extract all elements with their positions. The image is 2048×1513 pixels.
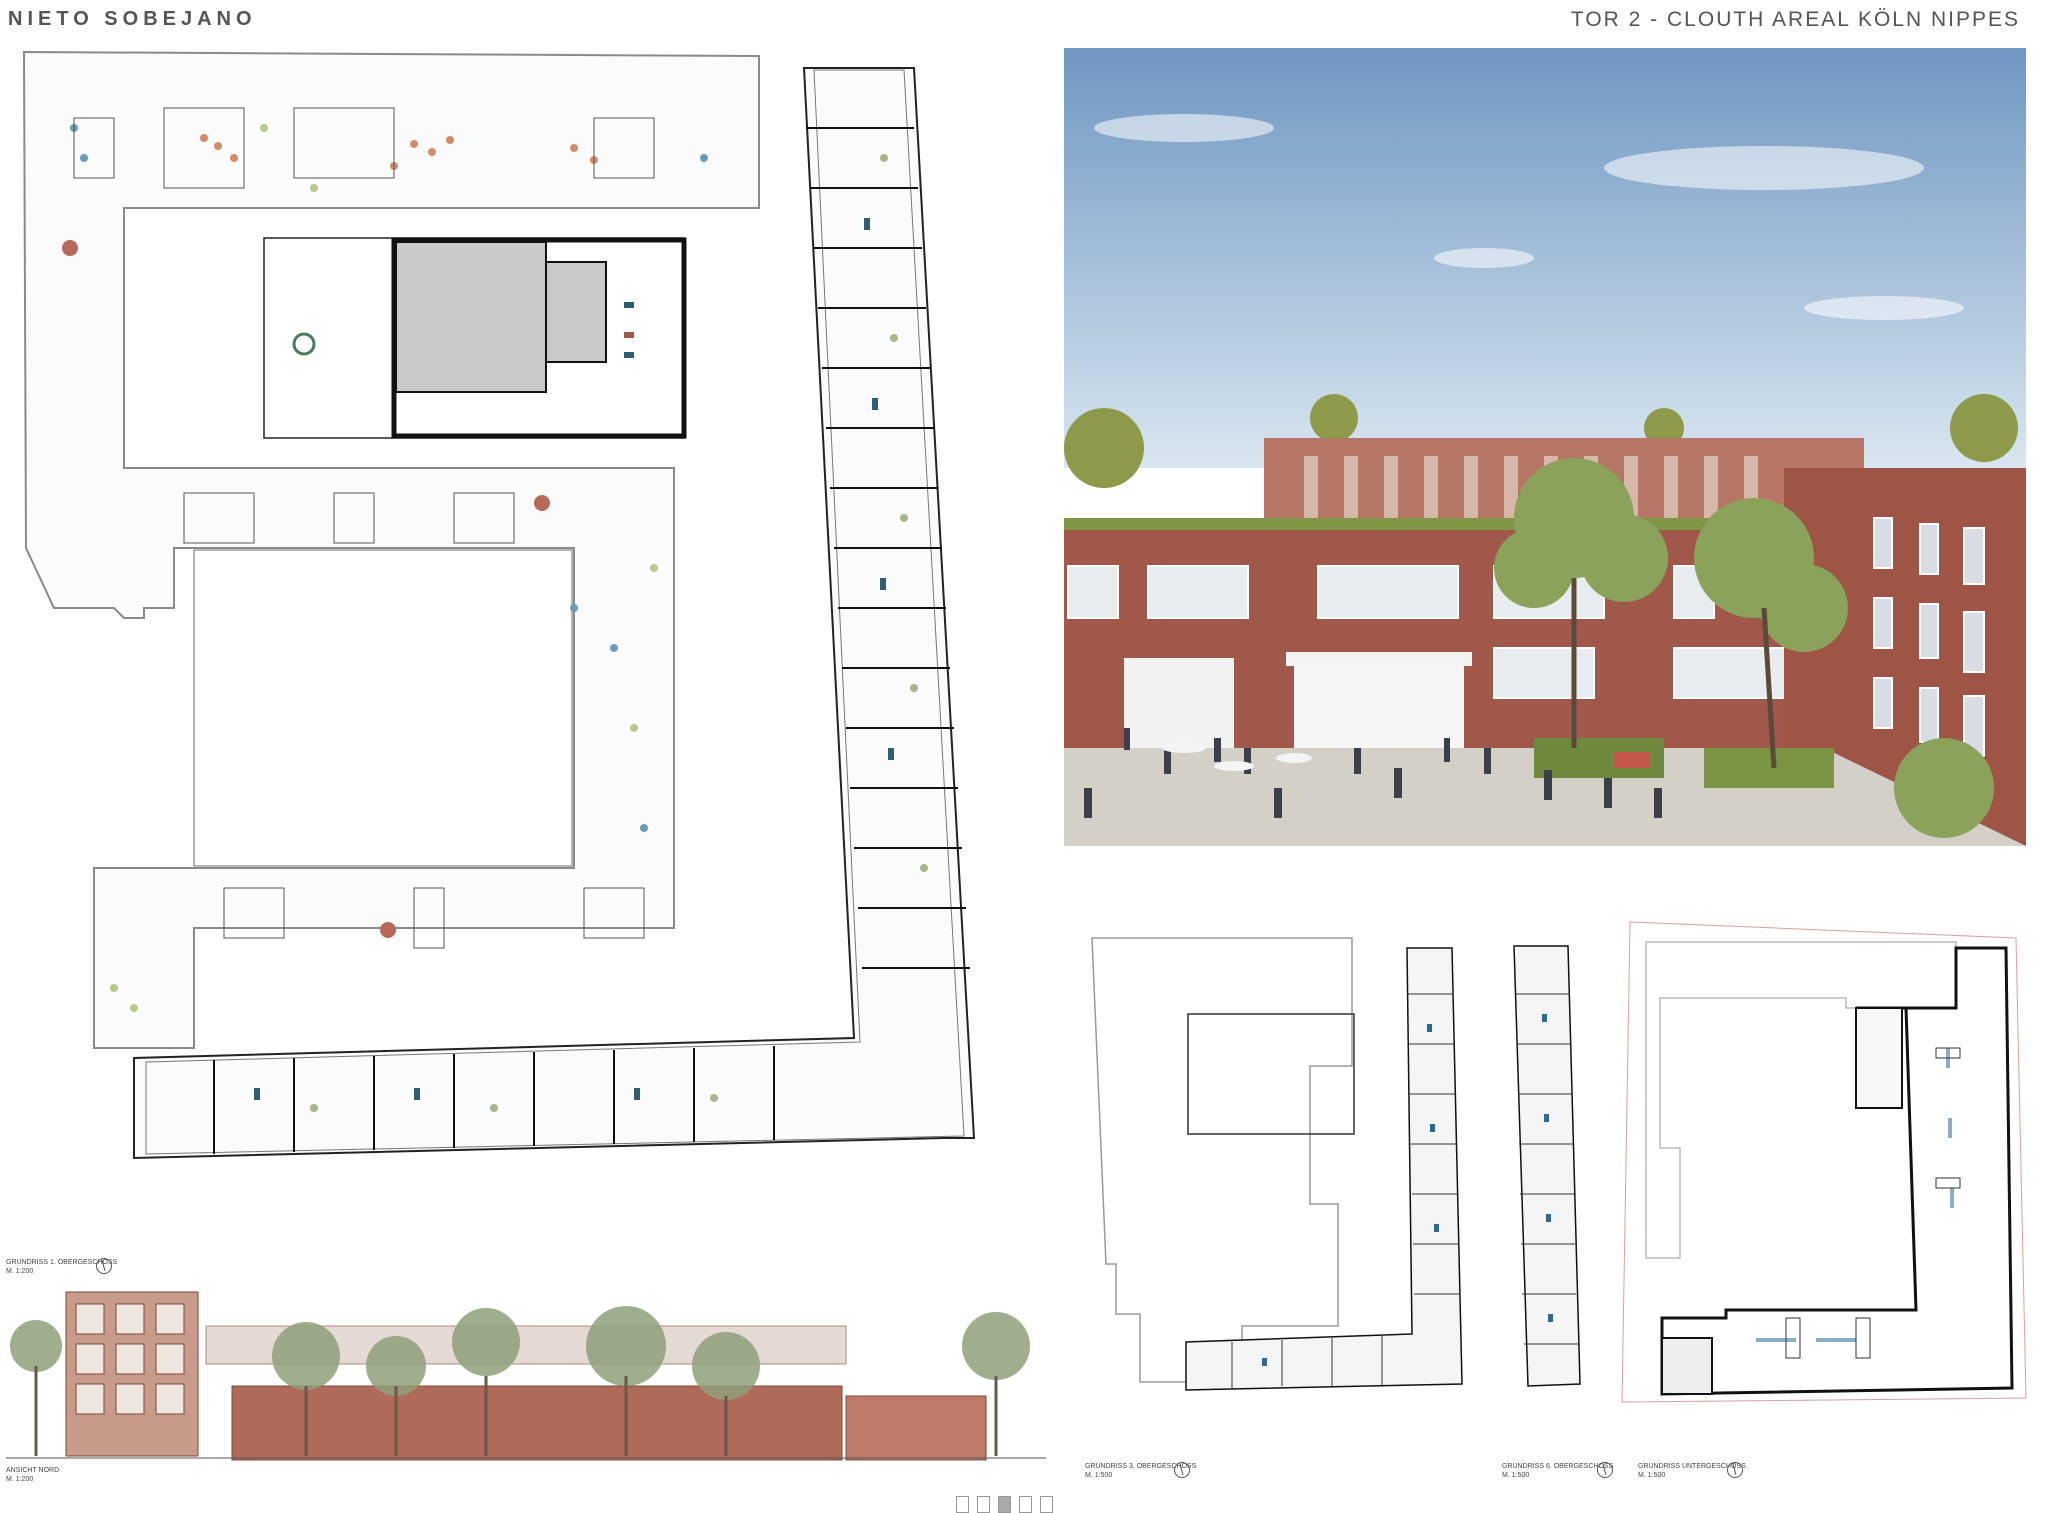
- page-dot-2[interactable]: [977, 1496, 990, 1513]
- north-arrow-icon: [1174, 1462, 1190, 1478]
- plan-3og: [1091, 937, 1463, 1391]
- architect-brand: NIETO SOBEJANO: [8, 8, 257, 30]
- north-elevation: [6, 1291, 1046, 1461]
- north-arrow-icon: [1727, 1462, 1743, 1478]
- page-dot-5[interactable]: [1040, 1496, 1053, 1513]
- north-arrow-icon: [1597, 1462, 1613, 1478]
- plan-6og: [1513, 945, 1581, 1387]
- courtyard-rendering: [1064, 48, 2026, 846]
- elevation-scale: M. 1:200: [6, 1476, 34, 1483]
- page-dot-3-active[interactable]: [998, 1496, 1011, 1513]
- north-arrow-icon: [96, 1258, 112, 1274]
- project-title: TOR 2 - CLOUTH AREAL KÖLN NIPPES: [1570, 8, 2020, 31]
- elevation-label: ANSICHT NORD: [6, 1467, 60, 1474]
- main-floor-plan: [22, 50, 976, 1160]
- page-pager: [956, 1496, 1053, 1513]
- page-dot-1[interactable]: [956, 1496, 969, 1513]
- plan-ug: [1621, 921, 2027, 1403]
- page-dot-4[interactable]: [1019, 1496, 1032, 1513]
